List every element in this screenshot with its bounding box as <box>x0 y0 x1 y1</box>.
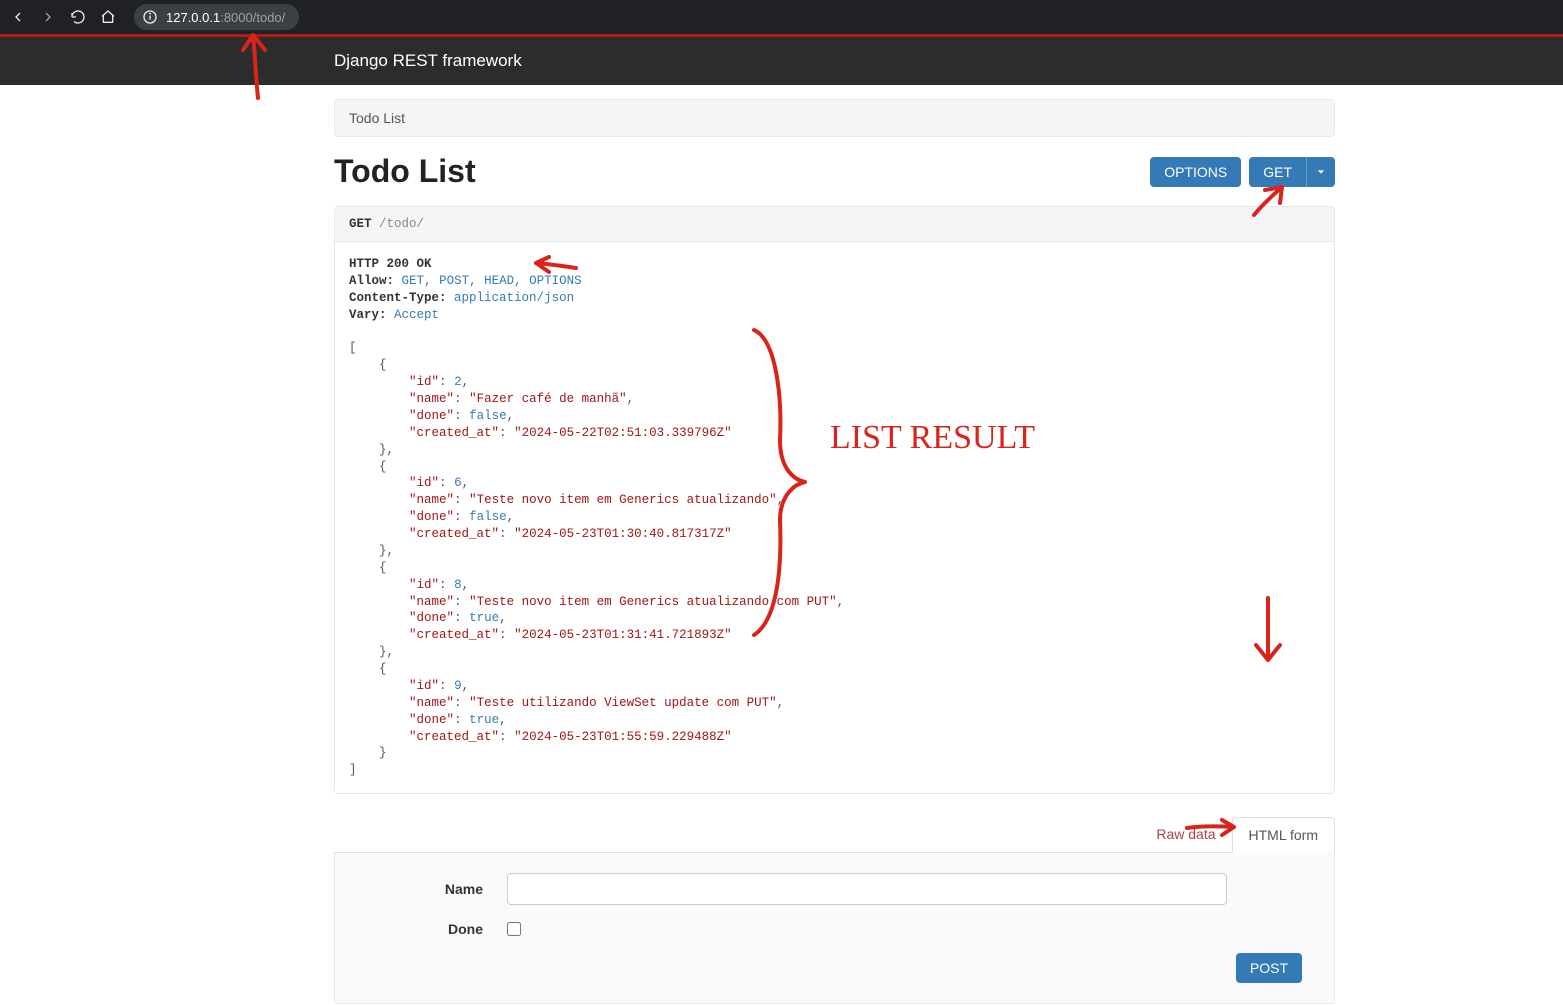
name-field[interactable] <box>507 873 1227 905</box>
vary-value: Accept <box>394 308 439 322</box>
options-button[interactable]: OPTIONS <box>1150 157 1241 187</box>
done-checkbox[interactable] <box>507 922 521 936</box>
browser-toolbar: 127.0.0.1:8000/todo/ <box>0 0 1563 34</box>
request-method: GET <box>349 217 372 231</box>
done-field-label: Done <box>335 921 507 937</box>
vary-label: Vary: <box>349 308 387 322</box>
get-button[interactable]: GET <box>1249 157 1306 187</box>
status-line: HTTP 200 OK <box>349 257 432 271</box>
brand-link[interactable]: Django REST framework <box>334 51 522 71</box>
forward-icon[interactable] <box>38 7 58 27</box>
url-rest: :8000/todo/ <box>220 10 285 25</box>
form-panel: Name Done POST <box>334 853 1335 1004</box>
request-path: /todo/ <box>379 217 424 231</box>
home-icon[interactable] <box>98 7 118 27</box>
get-dropdown-toggle[interactable] <box>1306 157 1335 187</box>
breadcrumb[interactable]: Todo List <box>334 99 1335 137</box>
response-body: [ { "id": 2, "name": "Fazer café de manh… <box>349 324 1320 780</box>
main-container: Todo List Todo List OPTIONS GET GET /tod… <box>334 85 1335 1004</box>
request-box: GET /todo/ <box>334 206 1335 242</box>
allow-label: Allow: <box>349 274 394 288</box>
reload-icon[interactable] <box>68 7 88 27</box>
response-box: HTTP 200 OK Allow: GET, POST, HEAD, OPTI… <box>334 242 1335 794</box>
app-navbar: Django REST framework <box>0 37 1563 85</box>
tab-raw-data[interactable]: Raw data <box>1140 817 1231 853</box>
allow-value: GET, POST, HEAD, OPTIONS <box>402 274 582 288</box>
tab-html-form[interactable]: HTML form <box>1232 817 1335 853</box>
back-icon[interactable] <box>8 7 28 27</box>
url-bar[interactable]: 127.0.0.1:8000/todo/ <box>134 4 299 30</box>
form-tabs: Raw data HTML form <box>334 816 1335 853</box>
content-type-value: application/json <box>454 291 574 305</box>
page-title: Todo List <box>334 153 476 190</box>
content-type-label: Content-Type: <box>349 291 447 305</box>
name-field-label: Name <box>335 881 507 897</box>
info-icon <box>142 9 158 25</box>
url-host: 127.0.0.1 <box>166 10 220 25</box>
post-button[interactable]: POST <box>1236 953 1302 983</box>
